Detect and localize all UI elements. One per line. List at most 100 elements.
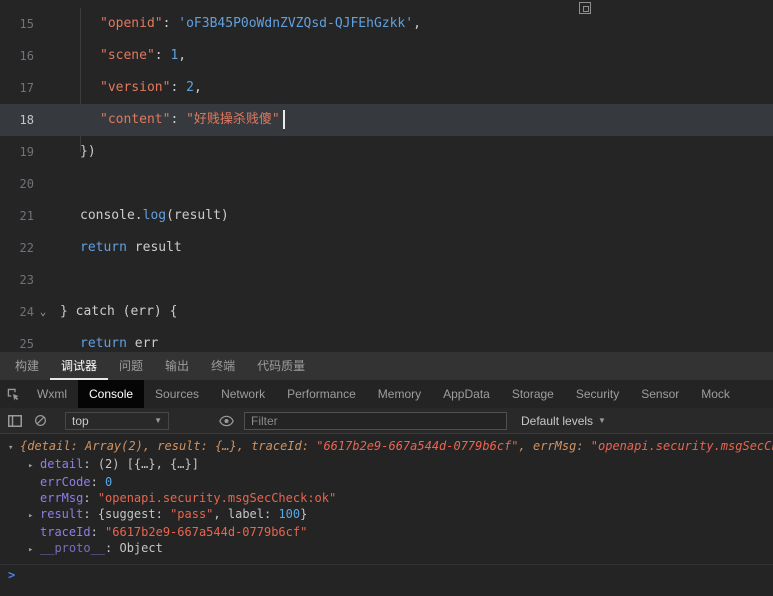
code-token: :: [162, 16, 179, 31]
inspect-element-icon[interactable]: [0, 380, 26, 408]
chevron-down-icon: ▼: [598, 416, 606, 425]
console-property-row[interactable]: errCode: 0: [0, 474, 773, 490]
tab-terminal[interactable]: 终端: [200, 352, 246, 380]
text-cursor: [282, 110, 285, 129]
code-token: "scene": [100, 48, 155, 63]
expand-triangle-icon[interactable]: ▸: [28, 508, 40, 524]
console-property-row[interactable]: ▸ result: {suggest: "pass", label: 100}: [0, 506, 773, 524]
code-token: err: [126, 336, 159, 351]
code-line[interactable]: 18 "content": "好贱操杀贱傻": [0, 104, 773, 136]
tab-storage[interactable]: Storage: [501, 380, 565, 408]
code-line[interactable]: 15 "openid": 'oF3B45P0oWdnZVZQsd-QJFEhGzk…: [0, 8, 773, 40]
filter-input[interactable]: [244, 411, 507, 430]
code-line[interactable]: 22 return result: [0, 232, 773, 264]
fold-chevron-icon[interactable]: ⌄: [34, 296, 52, 328]
code-token: return: [80, 240, 127, 255]
console-token: errCode: [40, 475, 91, 489]
console-token: result: [40, 507, 84, 521]
console-token: , errMsg:: [518, 439, 591, 453]
tab-appdata[interactable]: AppData: [432, 380, 501, 408]
code-token: (result): [166, 208, 229, 223]
code-token: ,: [178, 48, 187, 63]
expand-triangle-icon[interactable]: ▸: [28, 458, 40, 474]
tab-output[interactable]: 输出: [154, 352, 200, 380]
code-editor[interactable]: 15 "openid": 'oF3B45P0oWdnZVZQsd-QJFEhGzk…: [0, 0, 773, 352]
prompt-chevron-icon: >: [8, 568, 16, 582]
tab-console[interactable]: Console: [78, 380, 145, 408]
code-line[interactable]: 24 ⌄} catch (err) {: [0, 296, 773, 328]
code-line[interactable]: 25 return err: [0, 328, 773, 352]
code-text: console.log(result): [52, 200, 229, 232]
console-token: traceId: [40, 525, 91, 539]
console-token: detail: [40, 457, 84, 471]
log-level-dropdown[interactable]: Default levels ▼: [521, 414, 606, 428]
console-token: errMsg: [40, 491, 84, 505]
line-number: 21: [19, 209, 34, 223]
line-number: 19: [19, 145, 34, 159]
code-line[interactable]: 23: [0, 264, 773, 296]
tab-performance[interactable]: Performance: [276, 380, 367, 408]
line-number: 15: [19, 17, 34, 31]
tab-mock[interactable]: Mock: [690, 380, 741, 408]
live-expression-eye-icon[interactable]: [219, 415, 234, 427]
console-prompt-row[interactable]: >: [0, 564, 773, 585]
code-text: } catch (err) {: [52, 296, 177, 328]
expand-triangle-icon[interactable]: ▾: [8, 440, 20, 456]
console-token: "6617b2e9-667a544d-0779b6cf": [316, 439, 519, 453]
clear-console-icon[interactable]: [34, 414, 47, 427]
console-token: :: [105, 541, 120, 555]
console-token: :: [83, 457, 98, 471]
expand-triangle-icon[interactable]: ▸: [28, 542, 40, 558]
console-token: {detail: Array(2), result: {…}, traceId:: [20, 439, 317, 453]
tab-security[interactable]: Security: [565, 380, 630, 408]
tab-memory[interactable]: Memory: [367, 380, 432, 408]
console-token: "pass": [170, 507, 214, 521]
fold-gutter: [34, 200, 52, 232]
tab-code-quality[interactable]: 代码质量: [246, 352, 316, 380]
chevron-down-icon: ▼: [154, 416, 162, 425]
console-sidebar-icon[interactable]: [8, 414, 22, 427]
code-token: result: [126, 240, 182, 255]
line-number: 17: [19, 81, 34, 95]
panel-tab-bar: 构建 调试器 问题 输出 终端 代码质量: [0, 352, 773, 380]
line-number: 16: [19, 49, 34, 63]
code-token: "content": [100, 112, 171, 127]
fold-gutter: [34, 104, 52, 136]
console-preview-row[interactable]: ▾ {detail: Array(2), result: {…}, traceId…: [0, 438, 773, 456]
console-property-row[interactable]: ▸ detail: (2) [{…}, {…}]: [0, 456, 773, 474]
console-token: (2) [{…}, {…}]: [97, 457, 199, 471]
code-line[interactable]: 20: [0, 168, 773, 200]
line-number: 25: [19, 337, 34, 351]
console-token: :: [83, 491, 98, 505]
fold-gutter: [34, 264, 52, 296]
code-token: :: [170, 80, 187, 95]
code-token: ,: [193, 80, 202, 95]
code-text: "version": 2,: [52, 72, 202, 104]
code-token: } catch (err) {: [60, 304, 178, 319]
code-line[interactable]: 16 "scene": 1,: [0, 40, 773, 72]
console-token: :: [83, 507, 98, 521]
tab-build[interactable]: 构建: [4, 352, 50, 380]
console-property-row[interactable]: ▸ __proto__: Object: [0, 540, 773, 558]
code-line[interactable]: 17 "version": 2,: [0, 72, 773, 104]
code-line[interactable]: 19}): [0, 136, 773, 168]
editor-marker-icon[interactable]: [579, 2, 591, 14]
tab-sources[interactable]: Sources: [144, 380, 210, 408]
log-level-value: Default levels: [521, 413, 594, 428]
tab-debugger[interactable]: 调试器: [50, 352, 108, 380]
tab-network[interactable]: Network: [210, 380, 276, 408]
context-selector[interactable]: top ▼: [65, 411, 169, 430]
console-output: ▾ {detail: Array(2), result: {…}, traceId…: [0, 434, 773, 596]
console-property-row[interactable]: traceId: "6617b2e9-667a544d-0779b6cf": [0, 524, 773, 540]
console-toolbar: top ▼ Default levels ▼: [0, 408, 773, 434]
fold-gutter: [34, 8, 52, 40]
code-token: :: [170, 112, 187, 127]
tab-wxml[interactable]: Wxml: [26, 380, 78, 408]
console-property-row[interactable]: errMsg: "openapi.security.msgSecCheck:ok…: [0, 490, 773, 506]
tab-problems[interactable]: 问题: [108, 352, 154, 380]
code-line[interactable]: 21 console.log(result): [0, 200, 773, 232]
tab-sensor[interactable]: Sensor: [630, 380, 690, 408]
console-token: }: [300, 507, 308, 521]
line-number: 20: [19, 177, 34, 191]
